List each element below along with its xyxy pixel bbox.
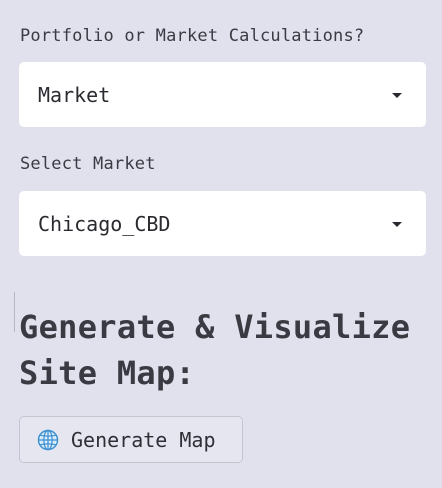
sitemap-heading-line2: Site Map: <box>19 354 196 392</box>
market-select[interactable]: Chicago_CBD <box>19 191 426 256</box>
calc-type-label: Portfolio or Market Calculations? <box>20 26 365 46</box>
generate-map-label: Generate Map <box>71 427 216 452</box>
market-value: Chicago_CBD <box>38 211 171 236</box>
calc-type-value: Market <box>38 82 111 107</box>
market-label: Select Market <box>20 154 156 174</box>
chevron-down-icon <box>392 92 402 98</box>
chevron-down-icon <box>392 221 402 227</box>
calc-type-select[interactable]: Market <box>19 62 426 127</box>
section-divider <box>14 292 15 332</box>
generate-map-button[interactable]: Generate Map <box>19 416 243 463</box>
sitemap-heading: Generate & Visualize Site Map: <box>19 304 429 396</box>
globe-icon <box>37 429 59 451</box>
sitemap-heading-line1: Generate & Visualize <box>19 308 411 346</box>
